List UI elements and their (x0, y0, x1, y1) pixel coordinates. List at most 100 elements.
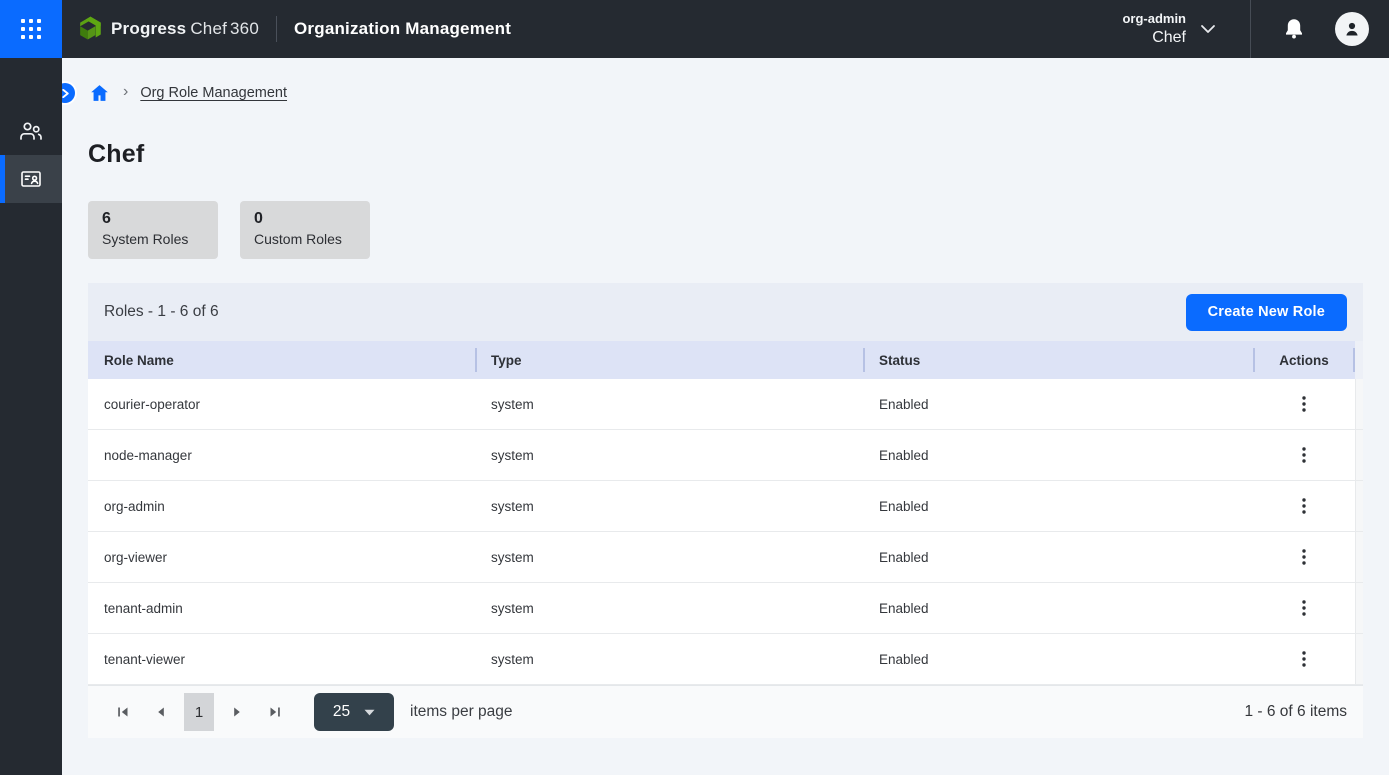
create-new-role-button[interactable]: Create New Role (1186, 294, 1347, 331)
role-type-cell: system (475, 583, 863, 633)
top-bar: ProgressChef360 Organization Management … (0, 0, 1389, 58)
scrollbar-gutter (1355, 379, 1363, 429)
user-org-menu[interactable]: org-admin Chef (1122, 10, 1216, 48)
user-org-label: Chef (1152, 27, 1186, 48)
role-badge-icon (18, 167, 44, 191)
items-per-page-select[interactable]: 25 (314, 693, 394, 731)
next-page-icon (231, 706, 243, 718)
roles-summary: Roles - 1 - 6 of 6 (104, 303, 219, 321)
app-title: Organization Management (294, 19, 511, 39)
breadcrumb-home-button[interactable] (88, 84, 111, 102)
progress-logo-icon (78, 16, 104, 42)
table-header-row: Role Name Type Status Actions (88, 341, 1363, 379)
scrollbar-gutter (1355, 341, 1363, 379)
row-actions-menu-button[interactable] (1292, 645, 1316, 673)
dropdown-caret-icon (364, 709, 375, 716)
roles-panel: Roles - 1 - 6 of 6 Create New Role Role … (88, 283, 1363, 738)
scrollbar-gutter (1355, 430, 1363, 480)
apps-grid-icon (21, 19, 41, 39)
role-type-cell: system (475, 430, 863, 480)
stat-card-system-roles: 6 System Roles (88, 201, 218, 259)
row-actions-menu-button[interactable] (1292, 594, 1316, 622)
stats-row: 6 System Roles 0 Custom Roles (88, 201, 1363, 259)
role-status-cell: Enabled (863, 583, 1253, 633)
row-actions-menu-button[interactable] (1292, 441, 1316, 469)
role-type-cell: system (475, 532, 863, 582)
breadcrumb-link-org-role-management[interactable]: Org Role Management (140, 85, 287, 101)
app-launcher-button[interactable] (0, 0, 62, 58)
role-status-cell: Enabled (863, 532, 1253, 582)
kebab-menu-icon (1302, 447, 1306, 463)
stat-value: 6 (102, 209, 204, 229)
sidebar-item-roles[interactable] (0, 155, 62, 203)
kebab-menu-icon (1302, 396, 1306, 412)
topbar-divider (276, 16, 277, 42)
table-row: node-manager system Enabled (88, 430, 1363, 481)
role-name-cell: tenant-admin (88, 583, 475, 633)
role-status-cell: Enabled (863, 430, 1253, 480)
table-row: tenant-admin system Enabled (88, 583, 1363, 634)
notifications-button[interactable] (1283, 17, 1305, 41)
sidebar-item-users[interactable] (0, 107, 62, 155)
role-type-cell: system (475, 634, 863, 684)
first-page-button[interactable] (104, 693, 142, 731)
role-status-cell: Enabled (863, 481, 1253, 531)
stat-label: System Roles (102, 229, 204, 249)
last-page-button[interactable] (256, 693, 294, 731)
table-row: courier-operator system Enabled (88, 379, 1363, 430)
table-body: courier-operator system Enabled node-man… (88, 379, 1363, 685)
kebab-menu-icon (1302, 600, 1306, 616)
home-icon (90, 84, 109, 102)
users-icon (18, 119, 44, 143)
column-header-type: Type (475, 341, 863, 379)
stat-label: Custom Roles (254, 229, 356, 249)
breadcrumb: › Org Role Management (88, 80, 1363, 106)
stat-card-custom-roles: 0 Custom Roles (240, 201, 370, 259)
brand-wordmark: ProgressChef360 (111, 19, 259, 39)
role-type-cell: system (475, 481, 863, 531)
role-name-cell: tenant-viewer (88, 634, 475, 684)
row-actions-menu-button[interactable] (1292, 492, 1316, 520)
previous-page-icon (155, 706, 167, 718)
role-type-cell: system (475, 379, 863, 429)
account-avatar-button[interactable] (1335, 12, 1369, 46)
row-actions-menu-button[interactable] (1292, 543, 1316, 571)
pager: 1 25 items per page (104, 693, 513, 731)
next-page-button[interactable] (218, 693, 256, 731)
table-row: org-admin system Enabled (88, 481, 1363, 532)
role-actions-cell (1253, 481, 1355, 531)
pagination-bar: 1 25 items per page 1 - 6 of 6 items (88, 685, 1363, 738)
role-status-cell: Enabled (863, 634, 1253, 684)
role-actions-cell (1253, 379, 1355, 429)
row-actions-menu-button[interactable] (1292, 390, 1316, 418)
scrollbar-gutter (1355, 634, 1363, 684)
kebab-menu-icon (1302, 549, 1306, 565)
pagination-range-label: 1 - 6 of 6 items (1244, 703, 1347, 721)
items-per-page-label: items per page (410, 703, 513, 721)
role-name-cell: courier-operator (88, 379, 475, 429)
role-actions-cell (1253, 430, 1355, 480)
page-title: Chef (88, 140, 1363, 169)
role-actions-cell (1253, 583, 1355, 633)
role-actions-cell (1253, 532, 1355, 582)
table-row: org-viewer system Enabled (88, 532, 1363, 583)
page-number-button[interactable]: 1 (184, 693, 214, 731)
column-header-role-name: Role Name (88, 341, 475, 379)
brand-logo: ProgressChef360 (78, 16, 259, 42)
role-name-cell: org-admin (88, 481, 475, 531)
bell-icon (1283, 17, 1305, 41)
scrollbar-gutter (1355, 532, 1363, 582)
main-content: › Org Role Management Chef 6 System Role… (62, 80, 1389, 775)
role-status-cell: Enabled (863, 379, 1253, 429)
selected-indicator (0, 155, 5, 203)
scrollbar-gutter (1355, 481, 1363, 531)
user-role-label: org-admin (1122, 10, 1186, 27)
stat-value: 0 (254, 209, 356, 229)
chevron-down-icon (1200, 24, 1216, 34)
roles-toolbar: Roles - 1 - 6 of 6 Create New Role (88, 283, 1363, 341)
sidebar (0, 58, 62, 775)
table-row: tenant-viewer system Enabled (88, 634, 1363, 685)
topbar-right-divider (1250, 0, 1251, 58)
role-name-cell: org-viewer (88, 532, 475, 582)
previous-page-button[interactable] (142, 693, 180, 731)
